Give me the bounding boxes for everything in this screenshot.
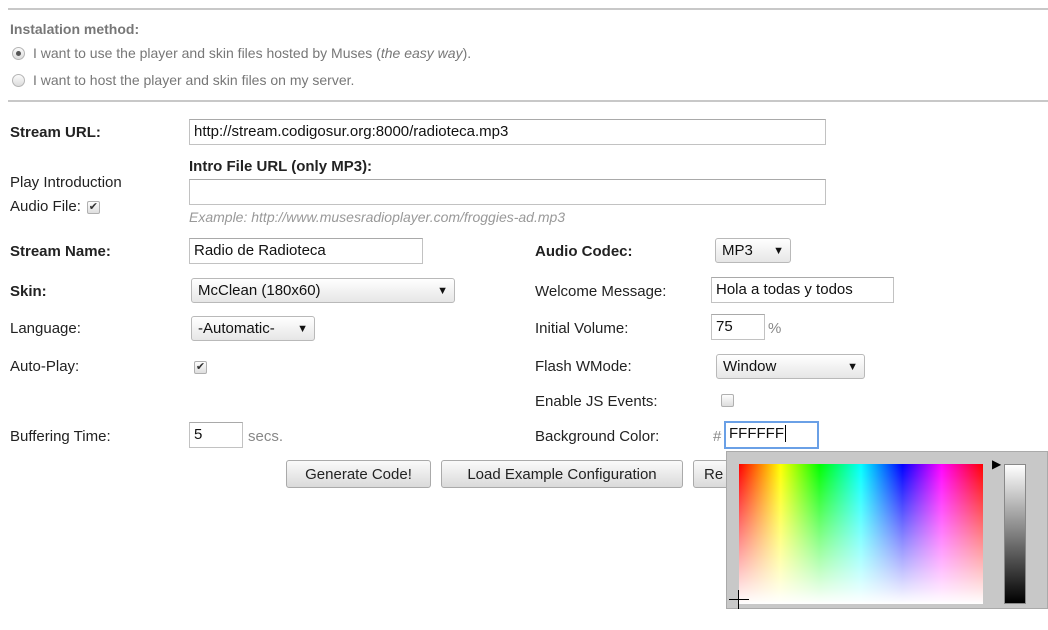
- language-select[interactable]: -Automatic- ▼: [191, 316, 315, 341]
- chevron-down-icon: ▼: [437, 284, 448, 297]
- background-color-input[interactable]: FFFFFF: [724, 421, 819, 449]
- hash-prefix: #: [713, 428, 722, 445]
- load-example-button[interactable]: Load Example Configuration: [441, 460, 683, 488]
- slider-pointer-icon[interactable]: ▶: [992, 457, 1001, 471]
- skin-label: Skin:: [10, 283, 47, 300]
- play-intro-label: Play Introduction Audio File: ✔: [10, 171, 122, 219]
- flash-wmode-label: Flash WMode:: [535, 358, 632, 375]
- play-intro-label-line2: Audio File:: [10, 198, 81, 215]
- percent-unit: %: [768, 320, 782, 337]
- check-icon: ✔: [195, 361, 206, 373]
- language-label: Language:: [10, 320, 81, 337]
- js-events-checkbox[interactable]: [721, 394, 734, 407]
- background-color-value: FFFFFF: [729, 425, 784, 442]
- autoplay-checkbox[interactable]: ✔: [194, 361, 207, 374]
- autoplay-label: Auto-Play:: [10, 358, 80, 375]
- generate-code-button[interactable]: Generate Code!: [286, 460, 431, 488]
- install-method-title: Instalation method:: [10, 21, 140, 37]
- skin-value: McClean (180x60): [198, 282, 321, 299]
- intro-url-input[interactable]: [189, 179, 826, 205]
- install-option-easy-label: I want to use the player and skin files …: [33, 45, 472, 61]
- audio-codec-label: Audio Codec:: [535, 243, 633, 260]
- top-divider: [8, 8, 1048, 10]
- background-color-label: Background Color:: [535, 428, 660, 445]
- mid-divider: [8, 100, 1048, 102]
- skin-select[interactable]: McClean (180x60) ▼: [191, 278, 455, 303]
- intro-url-label: Intro File URL (only MP3):: [189, 158, 373, 175]
- crosshair-h-line: [729, 599, 749, 600]
- brightness-slider[interactable]: [1004, 464, 1026, 604]
- language-value: -Automatic-: [198, 320, 275, 337]
- radio-dot: [16, 50, 21, 56]
- install-option-own-label: I want to host the player and skin files…: [33, 72, 355, 88]
- check-icon: ✔: [88, 200, 98, 213]
- reset-button-label: Re: [704, 465, 724, 483]
- secs-unit: secs.: [248, 428, 284, 445]
- picker-crosshair-icon[interactable]: [729, 612, 747, 630]
- welcome-message-label: Welcome Message:: [535, 283, 667, 300]
- stream-url-input[interactable]: http://stream.codigosur.org:8000/radiote…: [189, 119, 826, 145]
- initial-volume-input[interactable]: 75: [711, 314, 765, 340]
- radio-button-selected[interactable]: [12, 46, 25, 60]
- install-option-easy[interactable]: I want to use the player and skin files …: [12, 45, 471, 61]
- js-events-label: Enable JS Events:: [535, 393, 658, 410]
- intro-url-example: Example: http://www.musesradioplayer.com…: [189, 209, 566, 225]
- chevron-down-icon: ▼: [847, 360, 858, 373]
- buffering-time-label: Buffering Time:: [10, 428, 111, 445]
- install-option-own[interactable]: I want to host the player and skin files…: [12, 72, 354, 88]
- stream-url-label: Stream URL:: [10, 124, 101, 141]
- play-intro-label-line1: Play Introduction: [10, 174, 122, 191]
- stream-name-label: Stream Name:: [10, 243, 111, 260]
- audio-codec-select[interactable]: MP3 ▼: [715, 238, 791, 263]
- chevron-down-icon: ▼: [297, 322, 308, 335]
- text-cursor: [784, 425, 786, 442]
- crosshair-v-line: [738, 590, 739, 609]
- play-intro-checkbox[interactable]: ✔: [86, 200, 100, 214]
- flash-wmode-value: Window: [723, 358, 777, 375]
- audio-codec-value: MP3: [722, 242, 753, 259]
- welcome-message-input[interactable]: Hola a todas y todos: [711, 277, 894, 303]
- initial-volume-label: Initial Volume:: [535, 320, 629, 337]
- radio-button[interactable]: [12, 73, 25, 87]
- chevron-down-icon: ▼: [773, 244, 784, 257]
- buffering-time-input[interactable]: 5: [189, 422, 243, 448]
- stream-name-input[interactable]: Radio de Radioteca: [189, 238, 423, 264]
- flash-wmode-select[interactable]: Window ▼: [716, 354, 865, 379]
- color-spectrum[interactable]: [739, 464, 983, 604]
